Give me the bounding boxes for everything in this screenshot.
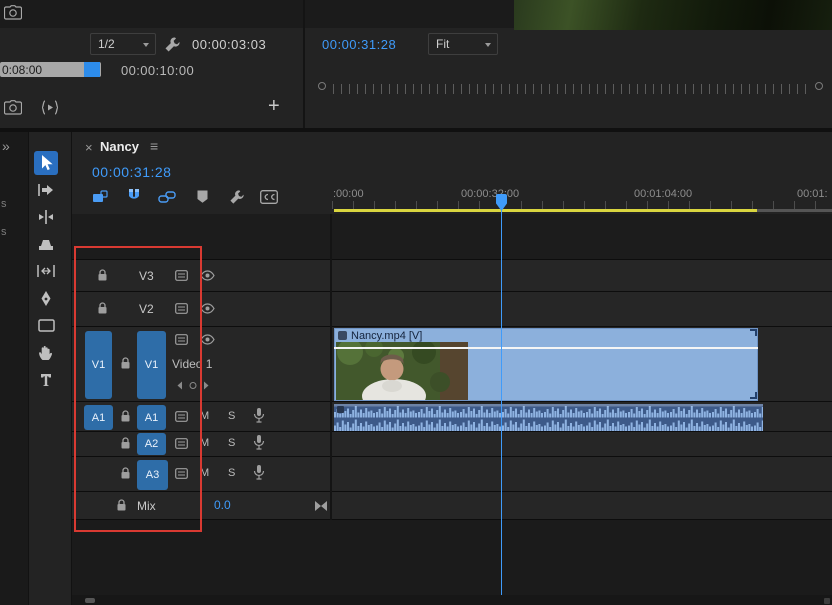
clip-thumbnail (336, 342, 468, 400)
program-ruler-ticks[interactable] (333, 84, 811, 94)
solo-button[interactable]: S (228, 437, 235, 449)
ruler-tick-label: :00:00 (333, 188, 364, 200)
fx-badge (338, 331, 347, 340)
ruler-tick-label: 00:01: (797, 188, 828, 200)
panel-menu-icon[interactable]: ≡ (150, 138, 158, 154)
audio-clip[interactable] (334, 404, 763, 431)
opacity-rubber-band[interactable] (334, 347, 758, 349)
expand-panel-icon[interactable]: » (2, 138, 10, 154)
mic-icon[interactable] (253, 407, 265, 423)
scrollbar-corner-grip[interactable] (824, 598, 830, 604)
cropped-text-fragment: s (1, 226, 7, 238)
header-content-divider[interactable] (330, 214, 332, 520)
timeline-timecode[interactable]: 00:00:31:28 (92, 164, 171, 180)
source-zoom-dropdown[interactable]: 1/2 (90, 33, 156, 55)
fx-badge (337, 406, 344, 413)
program-ruler-left-handle[interactable] (318, 82, 326, 90)
premiere-pro-ui: 1/2 00:00:03:03 0:08:00 00:00:10:00 + 00… (0, 0, 832, 605)
timeline-settings-wrench-icon[interactable] (229, 189, 245, 205)
linked-selection-icon[interactable] (158, 190, 176, 204)
ruler-tick-label: 00:01:04:00 (634, 188, 693, 200)
nest-sequences-icon[interactable] (92, 189, 108, 205)
program-ruler-right-handle[interactable] (815, 82, 823, 90)
ruler-tick-label: 00:00:32:00 (461, 188, 520, 200)
track-output-eye-icon[interactable] (200, 334, 215, 345)
pen-tool[interactable] (34, 286, 58, 310)
hand-tool[interactable] (34, 340, 58, 364)
camera-icon[interactable] (4, 5, 22, 20)
slip-tool[interactable] (34, 259, 58, 283)
button-editor-plus[interactable]: + (268, 95, 280, 118)
timeline-tab-title[interactable]: Nancy (100, 139, 139, 154)
mic-icon[interactable] (253, 464, 265, 480)
source-ruler-left-label: 0:08:00 (2, 63, 43, 77)
program-fit-value: Fit (436, 37, 450, 51)
track-select-forward-tool[interactable] (34, 178, 58, 202)
selection-tool[interactable] (34, 151, 58, 175)
play-in-to-out-icon[interactable] (40, 99, 60, 116)
type-tool[interactable] (34, 367, 58, 391)
source-ruler-right-label: 00:00:10:00 (121, 63, 195, 78)
rectangle-tool[interactable] (34, 313, 58, 337)
export-frame-icon[interactable] (4, 100, 22, 115)
timeline-hscrollbar[interactable] (72, 595, 832, 605)
ripple-edit-tool[interactable] (34, 205, 58, 229)
program-timecode[interactable]: 00:00:31:28 (322, 37, 396, 52)
highlight-rectangle (74, 246, 202, 532)
clip-end-handle[interactable] (750, 392, 757, 399)
tab-close-icon[interactable]: × (85, 140, 93, 155)
mic-icon[interactable] (253, 434, 265, 450)
ruler-ticks (332, 201, 832, 209)
track-output-eye-icon[interactable] (200, 270, 215, 281)
program-fit-dropdown[interactable]: Fit (428, 33, 498, 55)
captions-icon[interactable] (260, 190, 278, 204)
solo-button[interactable]: S (228, 410, 235, 422)
source-duration-timecode[interactable]: 00:00:03:03 (192, 37, 266, 52)
snap-icon[interactable] (127, 188, 141, 204)
video-clip-label: Nancy.mp4 [V] (351, 330, 423, 342)
add-marker-icon[interactable] (196, 189, 209, 204)
source-scrollbar-thumb[interactable] (84, 62, 100, 77)
work-area-bar[interactable] (334, 209, 757, 212)
work-area-bar-rest[interactable] (757, 209, 832, 212)
clip-end-handle[interactable] (750, 329, 757, 336)
razor-tool[interactable] (34, 232, 58, 256)
source-zoom-value: 1/2 (98, 37, 115, 51)
mix-volume-value[interactable]: 0.0 (214, 498, 231, 512)
playhead-line[interactable] (501, 196, 502, 595)
hscrollbar-thumb[interactable] (85, 598, 95, 603)
track-output-eye-icon[interactable] (200, 303, 215, 314)
video-clip[interactable]: Nancy.mp4 [V] (334, 328, 758, 401)
panel-divider-vertical (303, 0, 305, 130)
source-settings-wrench-icon[interactable] (164, 36, 181, 53)
cropped-text-fragment: s (1, 198, 7, 210)
program-preview-image (514, 0, 832, 30)
mix-keyframes-icon[interactable] (314, 500, 328, 512)
solo-button[interactable]: S (228, 467, 235, 479)
